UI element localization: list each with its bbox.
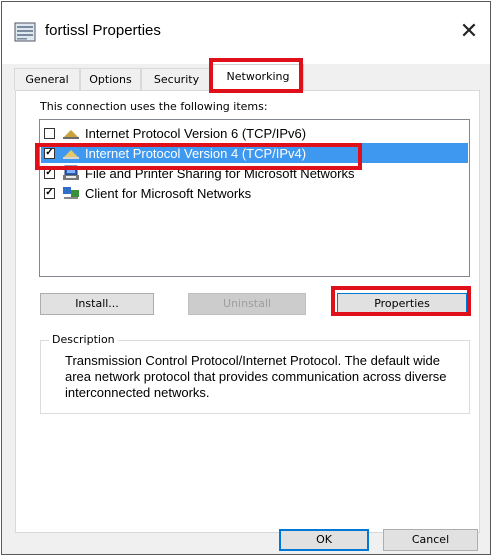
description-group: Description Transmission Control Protoco… [40, 333, 470, 414]
networking-panel: This connection uses the following items… [15, 90, 480, 533]
properties-dialog: fortissl Properties ✕ General Options Se… [1, 1, 491, 555]
list-item-file-printer-sharing[interactable]: ✓ File and Printer Sharing for Microsoft… [41, 163, 468, 183]
title-bar: fortissl Properties ✕ [2, 2, 490, 64]
tab-options[interactable]: Options [80, 68, 141, 90]
network-protocol-icon [63, 130, 79, 139]
client-networks-label: Client for Microsoft Networks [85, 185, 252, 201]
window-title: fortissl Properties [45, 22, 161, 39]
close-button[interactable]: ✕ [454, 16, 484, 46]
ipv4-label: Internet Protocol Version 4 (TCP/IPv4) [85, 145, 307, 161]
uninstall-button[interactable]: Uninstall [188, 293, 306, 315]
cancel-button[interactable]: Cancel [383, 529, 478, 551]
install-button[interactable]: Install... [40, 293, 154, 315]
list-item-ipv4[interactable]: ✓ Internet Protocol Version 4 (TCP/IPv4) [41, 143, 468, 163]
list-item-client-networks[interactable]: ✓ Client for Microsoft Networks [41, 183, 468, 203]
connection-items-label: This connection uses the following items… [40, 100, 268, 113]
ipv6-checkbox[interactable] [44, 127, 55, 139]
list-item-ipv6[interactable]: Internet Protocol Version 6 (TCP/IPv6) [41, 123, 468, 143]
tab-networking[interactable]: Networking [212, 64, 304, 91]
file-printer-sharing-icon [63, 165, 79, 180]
tab-security[interactable]: Security [141, 68, 212, 90]
client-networks-checkbox[interactable]: ✓ [44, 187, 55, 199]
tab-general[interactable]: General [14, 68, 80, 90]
close-icon: ✕ [459, 18, 479, 43]
description-title: Description [49, 333, 118, 346]
description-text: Transmission Control Protocol/Internet P… [65, 353, 447, 400]
connection-items-list[interactable]: Internet Protocol Version 6 (TCP/IPv6) ✓… [39, 119, 470, 277]
ipv6-label: Internet Protocol Version 6 (TCP/IPv6) [85, 125, 307, 141]
ipv4-checkbox[interactable]: ✓ [44, 147, 55, 159]
network-client-icon [63, 187, 79, 199]
network-protocol-icon [63, 150, 79, 159]
file-printer-sharing-checkbox[interactable]: ✓ [44, 167, 55, 179]
properties-button[interactable]: Properties [337, 293, 467, 315]
network-connection-icon [14, 22, 36, 42]
file-printer-sharing-label: File and Printer Sharing for Microsoft N… [85, 165, 355, 181]
ok-button[interactable]: OK [279, 529, 369, 551]
